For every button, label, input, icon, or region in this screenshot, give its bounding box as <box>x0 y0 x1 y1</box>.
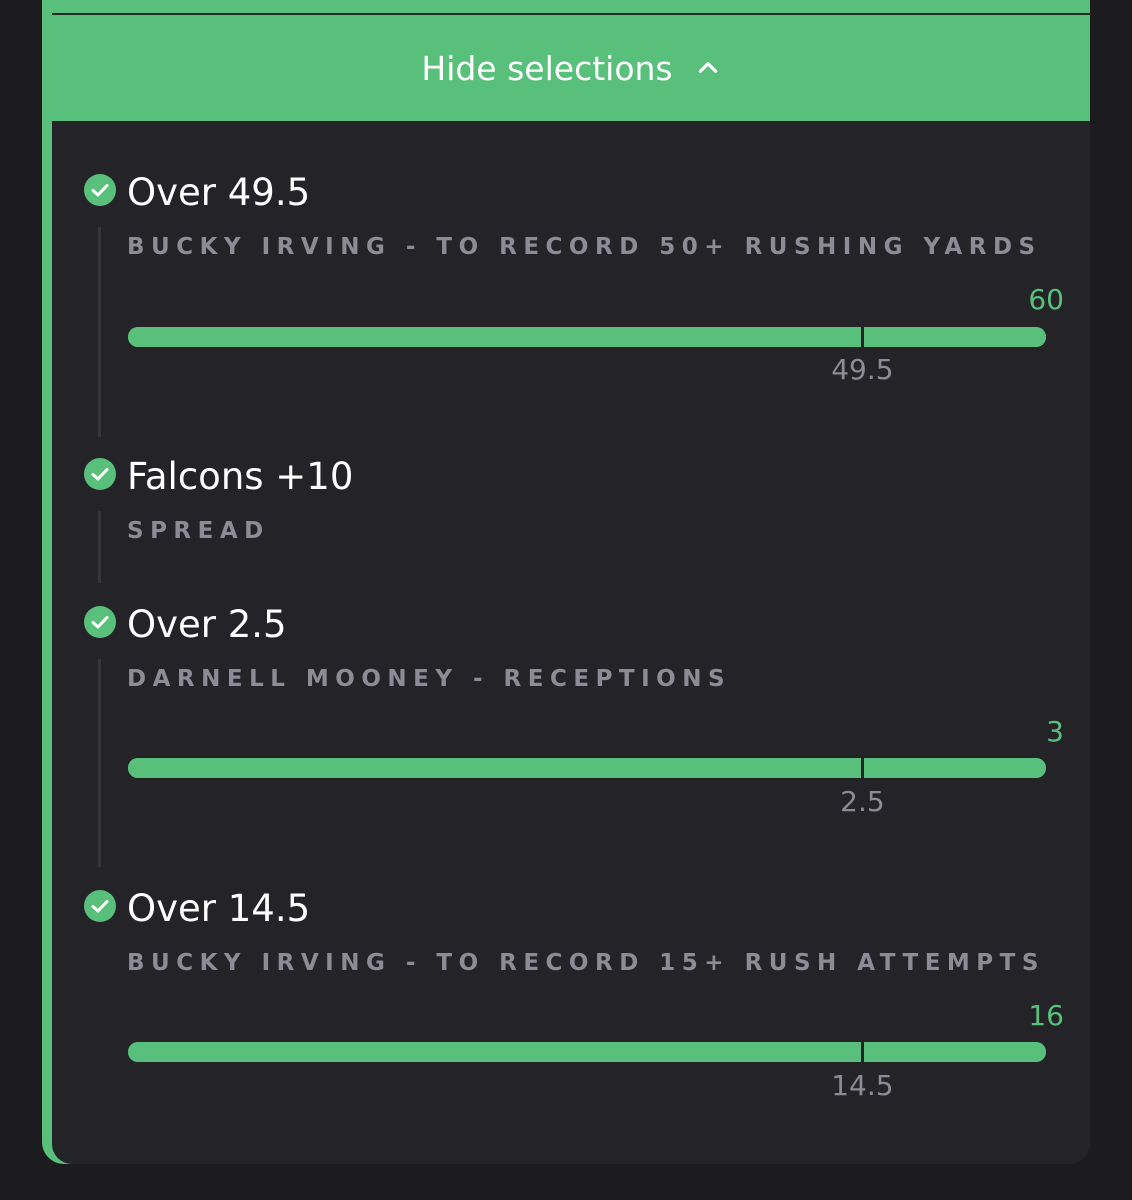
selection-market: BUCKY IRVING - TO RECORD 15+ RUSH ATTEMP… <box>127 950 1045 976</box>
line-marker <box>861 327 865 347</box>
progress-bar <box>128 327 1046 347</box>
line-marker <box>861 758 865 778</box>
selections-panel: Over 49.5 BUCKY IRVING - TO RECORD 50+ R… <box>52 121 1090 1164</box>
selection-divider-line <box>98 511 101 583</box>
check-circle-icon <box>84 174 116 206</box>
line-marker <box>861 1042 865 1062</box>
selection-divider-line <box>98 227 101 437</box>
selection-divider-line <box>98 659 101 867</box>
selection-market: SPREAD <box>127 518 270 544</box>
selection-title: Over 2.5 <box>127 603 287 646</box>
check-circle-icon <box>84 890 116 922</box>
progress-fill <box>128 1042 1046 1062</box>
selection-title: Falcons +10 <box>127 455 354 498</box>
selection-market: BUCKY IRVING - TO RECORD 50+ RUSHING YAR… <box>127 234 1042 260</box>
line-value: 2.5 <box>840 785 885 818</box>
chevron-up-icon <box>698 62 717 73</box>
hide-selections-label: Hide selections <box>421 48 673 88</box>
progress-bar <box>128 758 1046 778</box>
line-value: 14.5 <box>831 1069 894 1102</box>
selection-title: Over 14.5 <box>127 887 311 930</box>
actual-value: 16 <box>1028 999 1064 1032</box>
line-value: 49.5 <box>831 353 894 386</box>
progress-fill <box>128 327 1046 347</box>
progress-fill <box>128 758 1046 778</box>
selection-market: DARNELL MOONEY - RECEPTIONS <box>127 666 732 692</box>
selection-title: Over 49.5 <box>127 171 311 214</box>
actual-value: 3 <box>1046 715 1064 748</box>
check-circle-icon <box>84 458 116 490</box>
hide-selections-button[interactable]: Hide selections <box>52 15 1090 121</box>
check-circle-icon <box>84 606 116 638</box>
actual-value: 60 <box>1028 283 1064 316</box>
progress-bar <box>128 1042 1046 1062</box>
